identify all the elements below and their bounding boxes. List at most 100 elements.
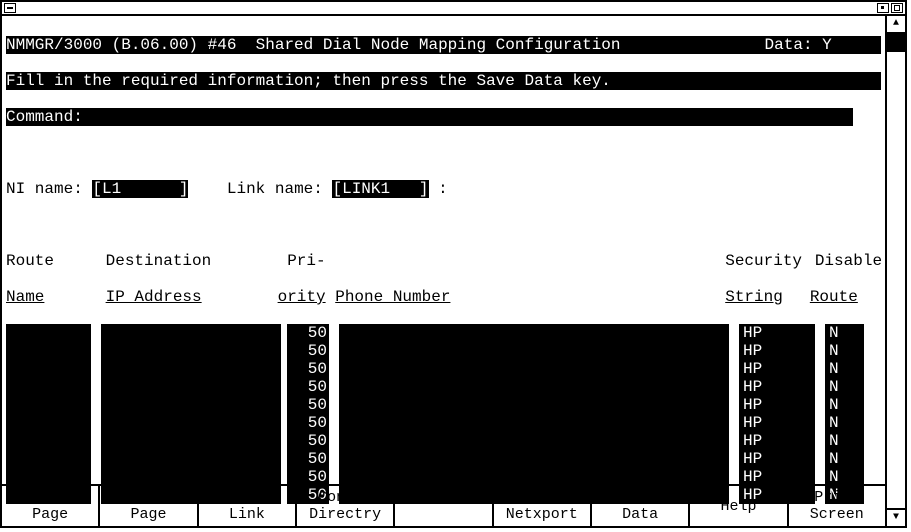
- phone-number-field[interactable]: [339, 342, 729, 360]
- link-name-field[interactable]: [LINK1 ]: [332, 180, 428, 198]
- priority-field[interactable]: 50: [287, 378, 329, 396]
- disable-route-field[interactable]: N: [825, 414, 864, 432]
- phone-number-field[interactable]: [339, 450, 729, 468]
- disable-route-field[interactable]: N: [825, 396, 864, 414]
- disable-route-field[interactable]: N: [825, 324, 864, 342]
- fkey-label-line1: Next: [32, 489, 68, 506]
- fkey-label-line1: Config: [318, 489, 372, 506]
- window-titlebar: [2, 2, 905, 16]
- command-input[interactable]: [83, 108, 853, 126]
- phone-number-field[interactable]: [339, 378, 729, 396]
- priority-field[interactable]: 50: [287, 414, 329, 432]
- ni-name-field[interactable]: [L1 ]: [92, 180, 188, 198]
- dest-ip-field[interactable]: [101, 342, 281, 360]
- minimize-icon[interactable]: [877, 3, 889, 13]
- security-string-field[interactable]: HP: [739, 360, 815, 378]
- fkey-label-line2: Screen: [810, 506, 864, 523]
- table-row: 50 HP N: [6, 360, 881, 378]
- route-name-field[interactable]: [6, 324, 91, 342]
- route-name-field[interactable]: [6, 342, 91, 360]
- table-row: 50 HP N: [6, 342, 881, 360]
- terminal-window: NMMGR/3000 (B.06.00) #46 Shared Dial Nod…: [0, 0, 907, 528]
- fkey-label-line1: Prior: [814, 489, 859, 506]
- dest-ip-field[interactable]: [101, 360, 281, 378]
- priority-field[interactable]: 50: [287, 342, 329, 360]
- dest-ip-field[interactable]: [101, 396, 281, 414]
- table-row: 50 HP N: [6, 396, 881, 414]
- fkey-7[interactable]: SaveData: [592, 486, 690, 526]
- command-line[interactable]: Command:: [6, 108, 881, 126]
- fkey-label-line2: Data: [622, 506, 658, 523]
- fkey-label-line1: Next: [229, 489, 265, 506]
- scroll-thumb[interactable]: [887, 34, 905, 52]
- table-row: 50 HP N: [6, 414, 881, 432]
- security-string-field[interactable]: HP: [739, 414, 815, 432]
- route-name-field[interactable]: [6, 396, 91, 414]
- table-row: 50 HP N: [6, 450, 881, 468]
- dest-ip-field[interactable]: [101, 378, 281, 396]
- security-string-field[interactable]: HP: [739, 378, 815, 396]
- disable-route-field[interactable]: N: [825, 342, 864, 360]
- scroll-track[interactable]: [887, 34, 905, 508]
- route-name-field[interactable]: [6, 378, 91, 396]
- header-line-1: NMMGR/3000 (B.06.00) #46 Shared Dial Nod…: [6, 36, 881, 54]
- table-row: 50 HP N: [6, 324, 881, 342]
- scroll-down-icon[interactable]: ▼: [887, 508, 905, 526]
- dest-ip-field[interactable]: [101, 450, 281, 468]
- phone-number-field[interactable]: [339, 324, 729, 342]
- scroll-up-icon[interactable]: ▲: [887, 16, 905, 34]
- system-menu-icon[interactable]: [4, 3, 16, 13]
- fkey-5: [395, 486, 493, 526]
- priority-field[interactable]: 50: [287, 432, 329, 450]
- fkey-1[interactable]: NextPage: [2, 486, 100, 526]
- route-name-field[interactable]: [6, 414, 91, 432]
- security-string-field[interactable]: HP: [739, 396, 815, 414]
- security-string-field[interactable]: HP: [739, 432, 815, 450]
- column-headers-2: Name IP Addressority Phone NumberString …: [6, 288, 881, 306]
- phone-number-field[interactable]: [339, 414, 729, 432]
- priority-field[interactable]: 50: [287, 360, 329, 378]
- vertical-scrollbar[interactable]: ▲ ▼: [885, 16, 905, 526]
- column-headers-1: Route DestinationPri- Security Disable: [6, 252, 881, 270]
- route-name-field[interactable]: [6, 450, 91, 468]
- priority-field[interactable]: 50: [287, 450, 329, 468]
- fkey-label-line1: Help: [720, 498, 756, 515]
- fkey-label-line2: Netxport: [506, 506, 578, 523]
- disable-route-field[interactable]: N: [825, 450, 864, 468]
- dest-ip-field[interactable]: [101, 414, 281, 432]
- fkey-label-line2: Page: [130, 506, 166, 523]
- phone-number-field[interactable]: [339, 360, 729, 378]
- function-keys: NextPagePrevPageNextLinkConfigDirectryVa…: [2, 484, 885, 526]
- disable-route-field[interactable]: N: [825, 378, 864, 396]
- table-row: 50 HP N: [6, 378, 881, 396]
- disable-route-field[interactable]: N: [825, 432, 864, 450]
- phone-number-field[interactable]: [339, 396, 729, 414]
- header-instruction: Fill in the required information; then p…: [6, 72, 881, 90]
- fkey-label-line1: Validate: [506, 489, 578, 506]
- terminal-content: NMMGR/3000 (B.06.00) #46 Shared Dial Nod…: [2, 16, 885, 526]
- ni-link-line: NI name: [L1 ] Link name: [LINK1 ] :: [6, 180, 881, 198]
- security-string-field[interactable]: HP: [739, 450, 815, 468]
- security-string-field[interactable]: HP: [739, 342, 815, 360]
- fkey-label-line2: Page: [32, 506, 68, 523]
- fkey-9[interactable]: PriorScreen: [789, 486, 885, 526]
- dest-ip-field[interactable]: [101, 432, 281, 450]
- table-row: 50 HP N: [6, 432, 881, 450]
- priority-field[interactable]: 50: [287, 324, 329, 342]
- fkey-label-line2: Link: [229, 506, 265, 523]
- route-name-field[interactable]: [6, 360, 91, 378]
- disable-route-field[interactable]: N: [825, 360, 864, 378]
- fkey-label-line2: Directry: [309, 506, 381, 523]
- phone-number-field[interactable]: [339, 432, 729, 450]
- maximize-icon[interactable]: [891, 3, 903, 13]
- priority-field[interactable]: 50: [287, 396, 329, 414]
- fkey-6[interactable]: ValidateNetxport: [494, 486, 592, 526]
- fkey-3[interactable]: NextLink: [199, 486, 297, 526]
- dest-ip-field[interactable]: [101, 324, 281, 342]
- security-string-field[interactable]: HP: [739, 324, 815, 342]
- route-name-field[interactable]: [6, 432, 91, 450]
- fkey-label-line1: Prev: [130, 489, 166, 506]
- fkey-8[interactable]: Help: [690, 486, 788, 526]
- fkey-2[interactable]: PrevPage: [100, 486, 198, 526]
- fkey-4[interactable]: ConfigDirectry: [297, 486, 395, 526]
